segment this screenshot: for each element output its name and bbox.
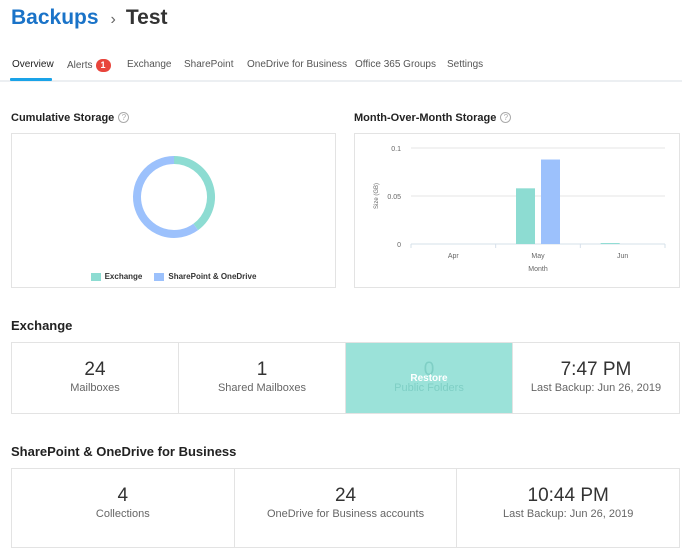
tab-office365-groups[interactable]: Office 365 Groups [355,59,436,70]
stat-label: Last Backup: Jun 26, 2019 [503,508,634,520]
breadcrumb-backups-link[interactable]: Backups [11,6,99,30]
help-icon[interactable]: ? [118,112,130,123]
stat-label: OneDrive for Business accounts [266,508,425,520]
stat-onedrive-accounts[interactable]: 24 OneDrive for Business accounts [235,469,458,547]
month-storage-label: Month-Over-Month Storage [354,112,497,124]
stat-last-backup: 7:47 PM Last Backup: Jun 26, 2019 [513,343,679,413]
stat-value: 4 [117,485,129,506]
stat-value: 10:44 PM [527,485,609,506]
tab-exchange[interactable]: Exchange [127,59,171,70]
x-tick-label: Jun [617,253,628,260]
active-tab-indicator [10,78,52,81]
x-tick-label: Apr [448,253,460,260]
stat-value: 1 [256,359,268,380]
breadcrumb-separator: › [110,11,116,28]
stat-collections[interactable]: 4 Collections [12,469,235,547]
legend-item-sharepoint[interactable]: SharePoint & OneDrive [154,272,256,281]
y-tick-label: 0.05 [387,194,401,201]
legend-label-exchange: Exchange [104,272,143,281]
x-axis-label: Month [528,266,548,273]
tab-sharepoint[interactable]: SharePoint [184,59,233,70]
breadcrumb: Backups › Test [11,6,168,30]
y-axis-label: Size (GB) [374,183,380,209]
legend-swatch-sharepoint [154,272,165,281]
tab-settings[interactable]: Settings [447,59,483,70]
y-tick-label: 0.1 [391,146,401,153]
tab-onedrive[interactable]: OneDrive for Business [247,59,347,70]
legend-swatch-exchange [90,272,101,281]
month-storage-title: Month-Over-Month Storage? [354,112,512,124]
stat-value: 7:47 PM [560,359,632,380]
bar-sharepoint-may[interactable] [541,159,560,244]
help-icon[interactable]: ? [500,112,512,123]
alerts-count-badge: 1 [95,59,111,72]
stat-label: Shared Mailboxes [217,382,307,394]
legend-item-exchange[interactable]: Exchange [90,272,143,281]
stat-last-backup: 10:44 PM Last Backup: Jun 26, 2019 [457,469,679,547]
stat-shared-mailboxes[interactable]: 1 Shared Mailboxes [179,343,346,413]
y-tick-label: 0 [397,242,401,249]
sharepoint-section-title: SharePoint & OneDrive for Business [11,444,237,459]
stat-mailboxes[interactable]: 24 Mailboxes [12,343,179,413]
legend-label-sharepoint: SharePoint & OneDrive [168,272,257,281]
bar-chart: 0 0.05 0.1 Apr May Jun Month Size (GB) [374,146,666,273]
cumulative-storage-title: Cumulative Storage? [11,112,130,124]
exchange-stats: 24 Mailboxes 1 Shared Mailboxes 0 Public Fo… [11,342,680,414]
stat-label: Collections [95,508,150,520]
restore-button[interactable]: Restore [346,373,512,384]
cumulative-storage-card: Exchange SharePoint & OneDrive [11,133,336,288]
page-title: Test [125,6,168,29]
x-tick-label: May [531,253,545,260]
month-storage-card: 0 0.05 0.1 Apr May Jun Month Size (GB) [354,133,680,288]
stat-public-folders[interactable]: 0 Public Folders Restore [346,343,513,413]
cumulative-storage-label: Cumulative Storage [11,112,115,124]
bar-exchange-may[interactable] [516,188,535,244]
donut-slice-sharepoint[interactable] [133,156,199,238]
tab-alerts[interactable]: Alerts 1 [67,59,111,72]
stat-label: Mailboxes [70,382,120,394]
tab-overview[interactable]: Overview [12,59,54,70]
stat-value: 24 [84,359,106,380]
tab-bar: Overview Alerts 1 Exchange SharePoint One… [0,50,682,82]
donut-slice-exchange[interactable] [173,156,215,231]
donut-chart [133,156,215,238]
bar-exchange-jun[interactable] [600,243,620,244]
sharepoint-stats: 4 Collections 24 OneDrive for Business acc… [11,468,680,548]
stat-value: 24 [334,485,357,506]
exchange-section-title: Exchange [11,318,73,333]
stat-label: Last Backup: Jun 26, 2019 [530,382,662,394]
tab-alerts-label: Alerts [67,60,93,71]
donut-legend: Exchange SharePoint & OneDrive [12,272,335,281]
